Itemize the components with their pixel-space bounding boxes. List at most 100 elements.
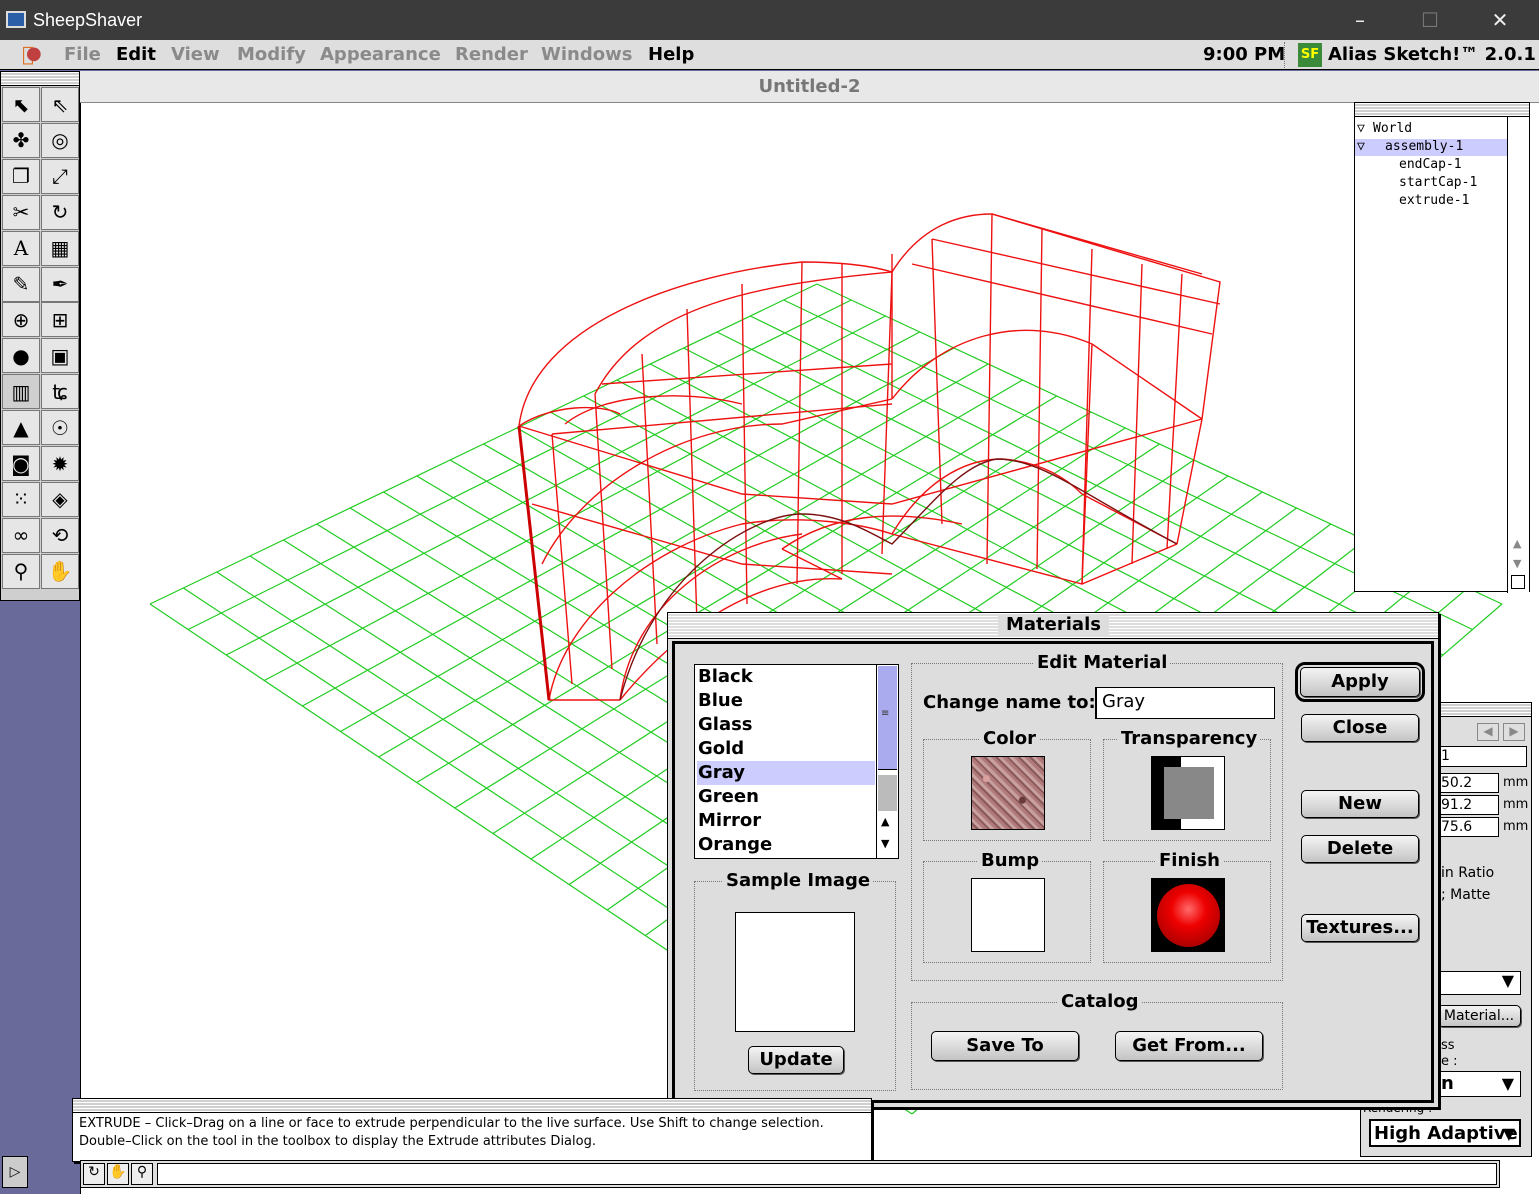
lathe-icon[interactable]: ☉ bbox=[41, 410, 79, 446]
direct-select-icon[interactable]: ⇖ bbox=[41, 87, 79, 122]
camera-icon[interactable]: ◙ bbox=[2, 446, 40, 481]
option-ratio[interactable]: in Ratio bbox=[1441, 865, 1494, 881]
desktop-disk-icon[interactable]: ▷ bbox=[2, 1156, 28, 1188]
save-to-button[interactable]: Save To bbox=[931, 1031, 1079, 1061]
scroll-down-arrow-icon[interactable]: ▼ bbox=[1513, 557, 1521, 570]
material-list[interactable]: Black Blue Glass Gold Gray Green Mirror Orange … bbox=[694, 664, 899, 859]
transparency-swatch[interactable] bbox=[1151, 756, 1225, 830]
prev-arrow-icon[interactable]: ◀ bbox=[1477, 723, 1499, 741]
zoom-magnifier-icon[interactable]: ⚲ bbox=[131, 1163, 153, 1185]
apple-logo-icon[interactable]: ● bbox=[26, 43, 42, 64]
material-list-item[interactable]: Gray bbox=[697, 761, 875, 785]
text-tool-icon[interactable]: A bbox=[2, 230, 40, 266]
inspector-value-y[interactable]: 91.2 bbox=[1437, 795, 1499, 815]
loft-icon[interactable]: ▲ bbox=[2, 410, 40, 446]
material-list-item[interactable]: Mirror bbox=[697, 809, 875, 833]
minimize-button[interactable]: – bbox=[1325, 0, 1395, 40]
extrude-shape-icon[interactable]: ▥ bbox=[2, 374, 40, 410]
hierarchy-item[interactable]: startCap-1 bbox=[1355, 175, 1507, 192]
menu-view[interactable]: View bbox=[171, 44, 220, 65]
scroll-up-arrow-icon[interactable]: ▲ bbox=[1513, 537, 1521, 550]
scroll-down-arrow-icon[interactable]: ▼ bbox=[881, 837, 889, 850]
material-button[interactable]: Material... bbox=[1437, 1005, 1521, 1027]
get-from-button[interactable]: Get From... bbox=[1115, 1031, 1263, 1061]
inspector-value-z[interactable]: 75.6 bbox=[1437, 817, 1499, 837]
material-list-item[interactable]: Gold bbox=[697, 737, 875, 761]
inspector-dropdown-2[interactable]: n ▼ bbox=[1437, 1071, 1521, 1097]
scissors-icon[interactable]: ✂ bbox=[2, 194, 40, 230]
glasses-icon[interactable]: ∞ bbox=[2, 517, 40, 553]
material-list-item[interactable]: Glass bbox=[697, 713, 875, 737]
menu-help[interactable]: Help bbox=[648, 44, 694, 65]
delete-button[interactable]: Delete bbox=[1301, 835, 1419, 863]
rendering-dropdown[interactable]: High Adaptive ▼ bbox=[1369, 1119, 1521, 1147]
rotate-view-icon[interactable]: ↻ bbox=[83, 1163, 105, 1185]
menu-render[interactable]: Render bbox=[455, 44, 528, 65]
change-name-input[interactable]: Gray bbox=[1095, 687, 1275, 719]
maximize-button[interactable]: ☐ bbox=[1395, 0, 1465, 40]
option-matte[interactable]: ; Matte bbox=[1441, 887, 1490, 903]
inspector-field[interactable]: 1 bbox=[1437, 746, 1527, 767]
disclosure-triangle-icon[interactable]: ▽ bbox=[1357, 121, 1365, 136]
hierarchy-item[interactable]: endCap-1 bbox=[1355, 157, 1507, 174]
close-button[interactable]: Close bbox=[1301, 714, 1419, 742]
menu-edit[interactable]: Edit bbox=[116, 44, 156, 65]
hierarchy-item[interactable]: extrude-1 bbox=[1355, 193, 1507, 210]
app-menu-label[interactable]: Alias Sketch!™ 2.0.1 bbox=[1328, 44, 1536, 65]
granite-texture-swatch[interactable] bbox=[971, 756, 1045, 830]
magnifier-icon[interactable]: ⚲ bbox=[2, 553, 40, 589]
select-arrow-icon[interactable]: ⬉ bbox=[2, 87, 40, 122]
status-drag-bar[interactable] bbox=[73, 1099, 871, 1113]
scale-tool-icon[interactable]: ⤢ bbox=[41, 158, 79, 194]
textures-button[interactable]: Textures... bbox=[1301, 914, 1419, 942]
pencil-icon[interactable]: ✎ bbox=[2, 266, 40, 302]
crosshair-icon[interactable]: ⊞ bbox=[41, 302, 79, 338]
hand-icon[interactable]: ✋ bbox=[41, 553, 79, 589]
material-list-item[interactable]: Green bbox=[697, 785, 875, 809]
material-list-scrollbar[interactable]: ≡ ▲ ▼ bbox=[876, 665, 898, 858]
app-menu-icon[interactable]: SF bbox=[1298, 43, 1322, 67]
pan-hand-icon[interactable]: ✋ bbox=[107, 1163, 129, 1185]
target-tool-icon[interactable]: ◎ bbox=[41, 122, 79, 158]
menu-windows[interactable]: Windows bbox=[541, 44, 632, 65]
cube-icon[interactable]: ▣ bbox=[41, 338, 79, 374]
grid-plane-icon[interactable]: ▦ bbox=[41, 230, 79, 266]
bump-swatch[interactable] bbox=[971, 878, 1045, 952]
material-list-item[interactable]: Black bbox=[697, 665, 875, 689]
move-tool-icon[interactable]: ❐ bbox=[2, 158, 40, 194]
material-list-item[interactable]: Orange bbox=[697, 833, 875, 857]
hierarchy-item[interactable]: ▽ World bbox=[1355, 121, 1507, 138]
scroll-thumb[interactable]: ≡ bbox=[878, 666, 897, 770]
hierarchy-item[interactable]: ▽ assembly-1 bbox=[1355, 139, 1507, 156]
sweep-icon[interactable]: ʨ bbox=[41, 374, 79, 410]
menu-file[interactable]: File bbox=[64, 44, 101, 65]
inspector-value-x[interactable]: 50.2 bbox=[1437, 773, 1499, 793]
rotate-tool-icon[interactable]: ↻ bbox=[41, 194, 79, 230]
hierarchy-drag-bar[interactable] bbox=[1355, 103, 1529, 117]
sphere-icon[interactable]: ● bbox=[2, 338, 40, 374]
render-region-icon[interactable]: ◈ bbox=[41, 481, 79, 517]
resize-box-icon[interactable] bbox=[1511, 575, 1525, 589]
close-window-button[interactable]: ✕ bbox=[1465, 0, 1535, 40]
next-arrow-icon[interactable]: ▶ bbox=[1503, 723, 1525, 741]
inspector-dropdown[interactable]: ▼ bbox=[1437, 971, 1521, 995]
disclosure-triangle-icon[interactable]: ▽ bbox=[1357, 139, 1365, 154]
update-button[interactable]: Update bbox=[748, 1046, 844, 1074]
menu-modify[interactable]: Modify bbox=[237, 44, 306, 65]
pen-tool-icon[interactable]: ✒ bbox=[41, 266, 79, 302]
toolbox-drag-bar[interactable] bbox=[1, 72, 79, 86]
apply-button[interactable]: Apply bbox=[1295, 662, 1425, 702]
finish-swatch[interactable] bbox=[1151, 878, 1225, 952]
extrude-tool-icon[interactable]: ✤ bbox=[2, 122, 40, 158]
materials-title-bar[interactable]: Materials bbox=[668, 613, 1438, 639]
menu-appearance[interactable]: Appearance bbox=[320, 44, 441, 65]
hierarchy-scrollbar[interactable]: ▲ ▼ bbox=[1507, 117, 1529, 593]
circle-tool-icon[interactable]: ⊕ bbox=[2, 302, 40, 338]
scroll-up-arrow-icon[interactable]: ▲ bbox=[881, 815, 889, 828]
new-button[interactable]: New bbox=[1301, 790, 1419, 818]
horizontal-scrollbar[interactable] bbox=[157, 1163, 1497, 1185]
orbit-icon[interactable]: ⟲ bbox=[41, 517, 79, 553]
spray-icon[interactable]: ⁙ bbox=[2, 481, 40, 517]
light-icon[interactable]: ✹ bbox=[41, 446, 79, 481]
scroll-track[interactable] bbox=[878, 775, 897, 811]
